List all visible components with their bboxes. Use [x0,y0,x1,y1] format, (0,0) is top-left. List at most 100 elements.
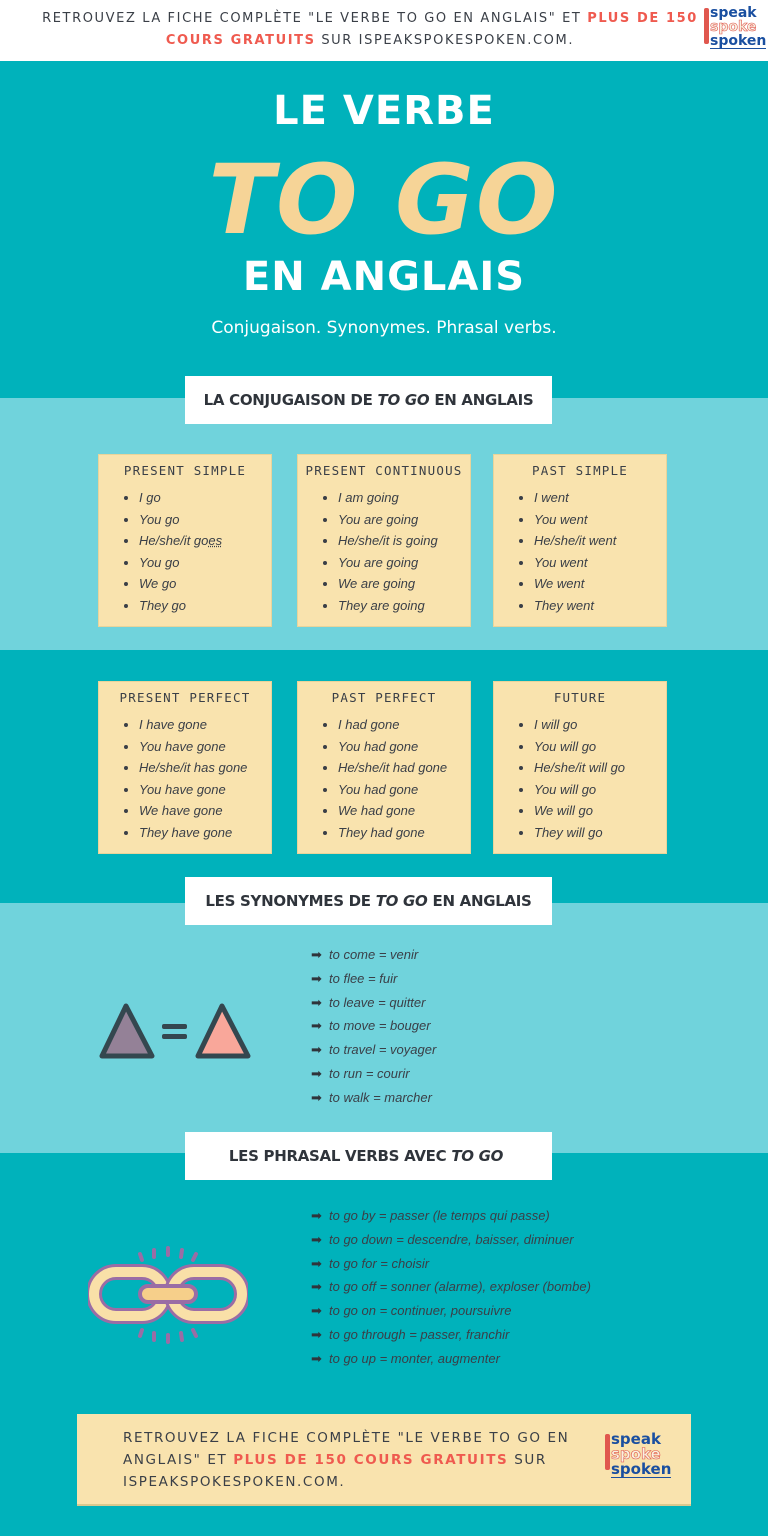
conjugation-form: He/she/it went [518,530,666,552]
conjugation-list: I go You go He/she/it goes You go We go They … [123,487,271,616]
conjugation-form: We have gone [123,800,271,822]
triangle-left [99,1003,155,1059]
phrasal-verb-item: ➡ to go for = choisir [311,1252,591,1276]
conjugation-form: You will go [518,736,666,758]
synonym-item: ➡ to travel = voyager [311,1038,436,1062]
conjugation-form: You have gone [123,779,271,801]
conjugation-form: He/she/it has gone [123,757,271,779]
top-promo-text[interactable]: RETROUVEZ LA FICHE COMPLÈTE "LE VERBE TO… [40,8,700,52]
section-title-phrasal-verbs: LES PHRASAL VERBS AVEC TO GO [185,1132,552,1180]
ispeakspokespoken-logo[interactable]: speak spoke spoken [605,1432,672,1478]
conjugation-form: You are going [322,509,470,531]
conjugation-form: I am going [322,487,470,509]
logo-i-mark [605,1434,610,1470]
conjugation-form: We will go [518,800,666,822]
phrasal-verb-item: ➡ to go by = passer (le temps qui passe) [311,1204,591,1228]
conjugation-form: He/she/it goes [123,530,271,552]
conjugation-form: He/she/it will go [518,757,666,779]
tense-card-title: PAST SIMPLE [532,463,628,478]
tense-card-title: PAST PERFECT [331,690,437,705]
hero-title-main: TO GO [208,144,560,256]
arrow-right-icon: ➡ [311,1350,322,1366]
conjugation-form: You went [518,509,666,531]
arrow-right-icon: ➡ [311,1065,322,1081]
hero-title-line3: EN ANGLAIS [242,254,526,300]
conjugation-form: We are going [322,573,470,595]
conjugation-list: I am going You are going He/she/it is goin… [322,487,470,616]
synonym-item: ➡ to move = bouger [311,1014,436,1038]
synonym-item: ➡ to come = venir [311,943,436,967]
tense-card-title: PRESENT SIMPLE [123,463,247,478]
section-title-conjugation: LA CONJUGAISON DE TO GO EN ANGLAIS [185,376,552,424]
tense-card: PRESENT SIMPLE I go You go He/she/it goes Yo… [98,454,272,627]
chain-link-center [138,1284,198,1304]
triangle-right [195,1003,251,1059]
arrow-right-icon: ➡ [311,1279,322,1295]
promo-highlight: PLUS DE 150 COURS GRATUITS [233,1452,509,1468]
chain-link-icon [88,1246,248,1344]
conjugation-form: You go [123,552,271,574]
top-promo-banner: RETROUVEZ LA FICHE COMPLÈTE "LE VERBE TO… [0,0,768,61]
arrow-right-icon: ➡ [311,1231,322,1247]
phrasal-verb-item: ➡ to go through = passer, franchir [311,1323,591,1347]
tense-card: FUTURE I will go You will go He/she/it will… [493,681,667,854]
equal-triangles-icon [99,1003,251,1059]
conjugation-form: You go [123,509,271,531]
conjugation-form: I went [518,487,666,509]
conjugation-form: I go [123,487,271,509]
conjugation-form: You are going [322,552,470,574]
tense-card: PRESENT PERFECT I have gone You have gone H… [98,681,272,854]
ispeakspokespoken-logo[interactable]: speak spoke spoken [704,6,767,49]
tense-card: PRESENT CONTINUOUS I am going You are goin… [297,454,471,627]
conjugation-form: They are going [322,595,470,617]
conjugation-form: They will go [518,822,666,844]
conjugation-form: They have gone [123,822,271,844]
arrow-right-icon: ➡ [311,1042,322,1058]
conjugation-form: You had gone [322,736,470,758]
tense-card: PAST PERFECT I had gone You had gone He/she… [297,681,471,854]
conjugation-form: We went [518,573,666,595]
conjugation-form: We go [123,573,271,595]
tense-card: PAST SIMPLE I went You went He/she/it went Y… [493,454,667,627]
bottom-promo-text[interactable]: RETROUVEZ LA FICHE COMPLÈTE "LE VERBE TO… [123,1427,603,1493]
tense-card-title: FUTURE [553,690,607,705]
conjugation-form: You went [518,552,666,574]
arrow-right-icon: ➡ [311,994,322,1010]
hero-title-line1: LE VERBE [273,88,495,134]
arrow-right-icon: ➡ [311,1326,322,1342]
equal-bar-top [162,1024,187,1029]
section-title-synonyms: LES SYNONYMES DE TO GO EN ANGLAIS [185,877,552,925]
conjugation-form: You will go [518,779,666,801]
synonym-item: ➡ to leave = quitter [311,991,436,1015]
conjugation-list: I had gone You had gone He/she/it had gone… [322,714,470,843]
phrasal-verb-item: ➡ to go down = descendre, baisser, diminu… [311,1228,591,1252]
arrow-right-icon: ➡ [311,947,322,962]
conjugation-form: He/she/it had gone [322,757,470,779]
arrow-right-icon: ➡ [311,970,322,986]
conjugation-list: I have gone You have gone He/she/it has go… [123,714,271,843]
bottom-promo-banner: RETROUVEZ LA FICHE COMPLÈTE "LE VERBE TO… [77,1414,691,1506]
conjugation-form: I have gone [123,714,271,736]
conjugation-form: He/she/it is going [322,530,470,552]
phrasal-verb-item: ➡ to go off = sonner (alarme), exploser (… [311,1275,591,1299]
synonym-item: ➡ to flee = fuir [311,967,436,991]
logo-i-mark [704,8,709,44]
conjugation-form: You have gone [123,736,271,758]
conjugation-form: We had gone [322,800,470,822]
synonym-item: ➡ to run = courir [311,1062,436,1086]
conjugation-form: I will go [518,714,666,736]
equal-bar-bottom [162,1034,187,1039]
phrasal-verb-item: ➡ to go on = continuer, poursuivre [311,1299,591,1323]
conjugation-form: I had gone [322,714,470,736]
tense-card-title: PRESENT PERFECT [119,690,251,705]
phrasal-verbs-list: ➡ to go by = passer (le temps qui passe) ➡… [311,1204,591,1371]
arrow-right-icon: ➡ [311,1303,322,1319]
arrow-right-icon: ➡ [311,1208,322,1223]
conjugation-list: I will go You will go He/she/it will go You… [518,714,666,843]
arrow-right-icon: ➡ [311,1018,322,1034]
phrasal-verb-item: ➡ to go up = monter, augmenter [311,1347,591,1371]
synonym-item: ➡ to walk = marcher [311,1086,436,1110]
conjugation-list: I went You went He/she/it went You went We w… [518,487,666,616]
tense-card-title: PRESENT CONTINUOUS [305,463,463,478]
conjugation-form: They had gone [322,822,470,844]
